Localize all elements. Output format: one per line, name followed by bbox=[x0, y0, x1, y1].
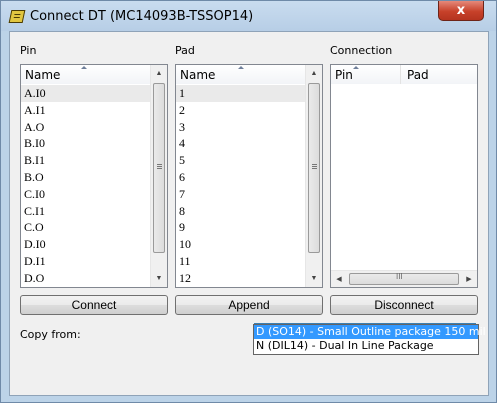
list-item[interactable]: C.I1 bbox=[21, 203, 151, 220]
pad-list[interactable]: Name 1 2 3 4 5 6 7 8 9 10 11 12 ▲ ▼ bbox=[175, 64, 323, 288]
list-item[interactable]: D.I1 bbox=[21, 253, 151, 270]
list-item[interactable]: C.O bbox=[21, 219, 151, 236]
pad-name-column-header[interactable]: Name bbox=[176, 65, 306, 84]
scroll-down-icon[interactable]: ▼ bbox=[306, 270, 322, 287]
connection-group-label: Connection bbox=[330, 44, 393, 57]
connect-button[interactable]: Connect bbox=[20, 295, 168, 315]
scroll-down-icon[interactable]: ▼ bbox=[151, 270, 167, 287]
list-item[interactable]: D.O bbox=[21, 270, 151, 287]
scroll-up-icon[interactable]: ▲ bbox=[151, 65, 167, 82]
list-item[interactable]: 12 bbox=[176, 270, 306, 287]
scroll-left-icon[interactable]: ◀ bbox=[331, 271, 347, 287]
connection-list-header: Pin Pad bbox=[331, 65, 477, 84]
pin-vertical-scrollbar[interactable]: ▲ ▼ bbox=[150, 65, 167, 287]
sort-ascending-icon bbox=[353, 66, 359, 69]
list-item[interactable]: 7 bbox=[176, 186, 306, 203]
sort-ascending-icon bbox=[238, 66, 244, 69]
pin-list[interactable]: Name A.I0 A.I1 A.O B.I0 B.I1 B.O C.I0 C.… bbox=[20, 64, 168, 288]
append-button[interactable]: Append bbox=[175, 295, 323, 315]
scroll-thumb[interactable] bbox=[308, 83, 320, 253]
list-item[interactable]: B.I0 bbox=[21, 135, 151, 152]
list-item[interactable]: A.I0 bbox=[21, 85, 151, 102]
scroll-up-icon[interactable]: ▲ bbox=[306, 65, 322, 82]
pad-group-label: Pad bbox=[175, 44, 195, 57]
connect-dt-dialog: Connect DT (MC14093B-TSSOP14) x Pin Name… bbox=[0, 0, 497, 403]
scroll-right-icon[interactable]: ▶ bbox=[461, 271, 477, 287]
list-item[interactable]: 4 bbox=[176, 135, 306, 152]
disconnect-button[interactable]: Disconnect bbox=[330, 295, 478, 315]
pin-name-column-header[interactable]: Name bbox=[21, 65, 151, 84]
scroll-thumb[interactable] bbox=[153, 83, 165, 253]
app-icon bbox=[8, 10, 26, 23]
list-item[interactable]: D.I0 bbox=[21, 236, 151, 253]
list-item[interactable]: 2 bbox=[176, 102, 306, 119]
grip-icon bbox=[312, 164, 317, 169]
dropdown-option[interactable]: D (SO14) - Small Outline package 150 mil bbox=[254, 325, 486, 339]
copy-from-dropdown[interactable]: D (SO14) - Small Outline package 150 mil… bbox=[253, 324, 486, 355]
pin-name-column-label: Name bbox=[25, 68, 61, 82]
list-item[interactable]: B.I1 bbox=[21, 152, 151, 169]
dropdown-option[interactable]: N (DIL14) - Dual In Line Package bbox=[254, 339, 478, 353]
pin-list-header: Name bbox=[21, 65, 151, 84]
list-item[interactable]: C.I0 bbox=[21, 186, 151, 203]
sort-ascending-icon bbox=[81, 66, 87, 69]
connection-horizontal-scrollbar[interactable]: ◀ III ▶ bbox=[331, 270, 477, 287]
list-item[interactable]: 11 bbox=[176, 253, 306, 270]
connection-list[interactable]: Pin Pad ◀ III ▶ bbox=[330, 64, 478, 288]
connection-pad-column-header[interactable]: Pad bbox=[401, 65, 477, 84]
pin-group-label: Pin bbox=[20, 44, 37, 57]
pad-name-column-label: Name bbox=[180, 68, 216, 82]
title-bar[interactable]: Connect DT (MC14093B-TSSOP14) x bbox=[1, 1, 496, 31]
window-title: Connect DT (MC14093B-TSSOP14) bbox=[30, 9, 254, 24]
pad-vertical-scrollbar[interactable]: ▲ ▼ bbox=[305, 65, 322, 287]
list-item[interactable]: 9 bbox=[176, 219, 306, 236]
pin-rows: A.I0 A.I1 A.O B.I0 B.I1 B.O C.I0 C.I1 C.… bbox=[21, 85, 151, 287]
list-item[interactable]: B.O bbox=[21, 169, 151, 186]
list-item[interactable]: 6 bbox=[176, 169, 306, 186]
close-button[interactable]: x bbox=[438, 1, 484, 21]
list-item[interactable]: 3 bbox=[176, 119, 306, 136]
connection-pin-column-header[interactable]: Pin bbox=[331, 65, 401, 84]
scroll-thumb[interactable]: III bbox=[349, 272, 459, 285]
pad-rows: 1 2 3 4 5 6 7 8 9 10 11 12 bbox=[176, 85, 306, 287]
grip-icon bbox=[157, 164, 162, 169]
connection-pin-column-label: Pin bbox=[335, 68, 353, 82]
list-item[interactable]: 10 bbox=[176, 236, 306, 253]
list-item[interactable]: 1 bbox=[176, 85, 306, 102]
list-item[interactable]: 5 bbox=[176, 152, 306, 169]
copy-from-label: Copy from: bbox=[20, 328, 81, 341]
list-item[interactable]: A.O bbox=[21, 119, 151, 136]
list-item[interactable]: A.I1 bbox=[21, 102, 151, 119]
grip-icon: III bbox=[396, 272, 403, 281]
list-item[interactable]: 8 bbox=[176, 203, 306, 220]
pad-list-header: Name bbox=[176, 65, 306, 84]
connection-pad-column-label: Pad bbox=[407, 68, 429, 82]
